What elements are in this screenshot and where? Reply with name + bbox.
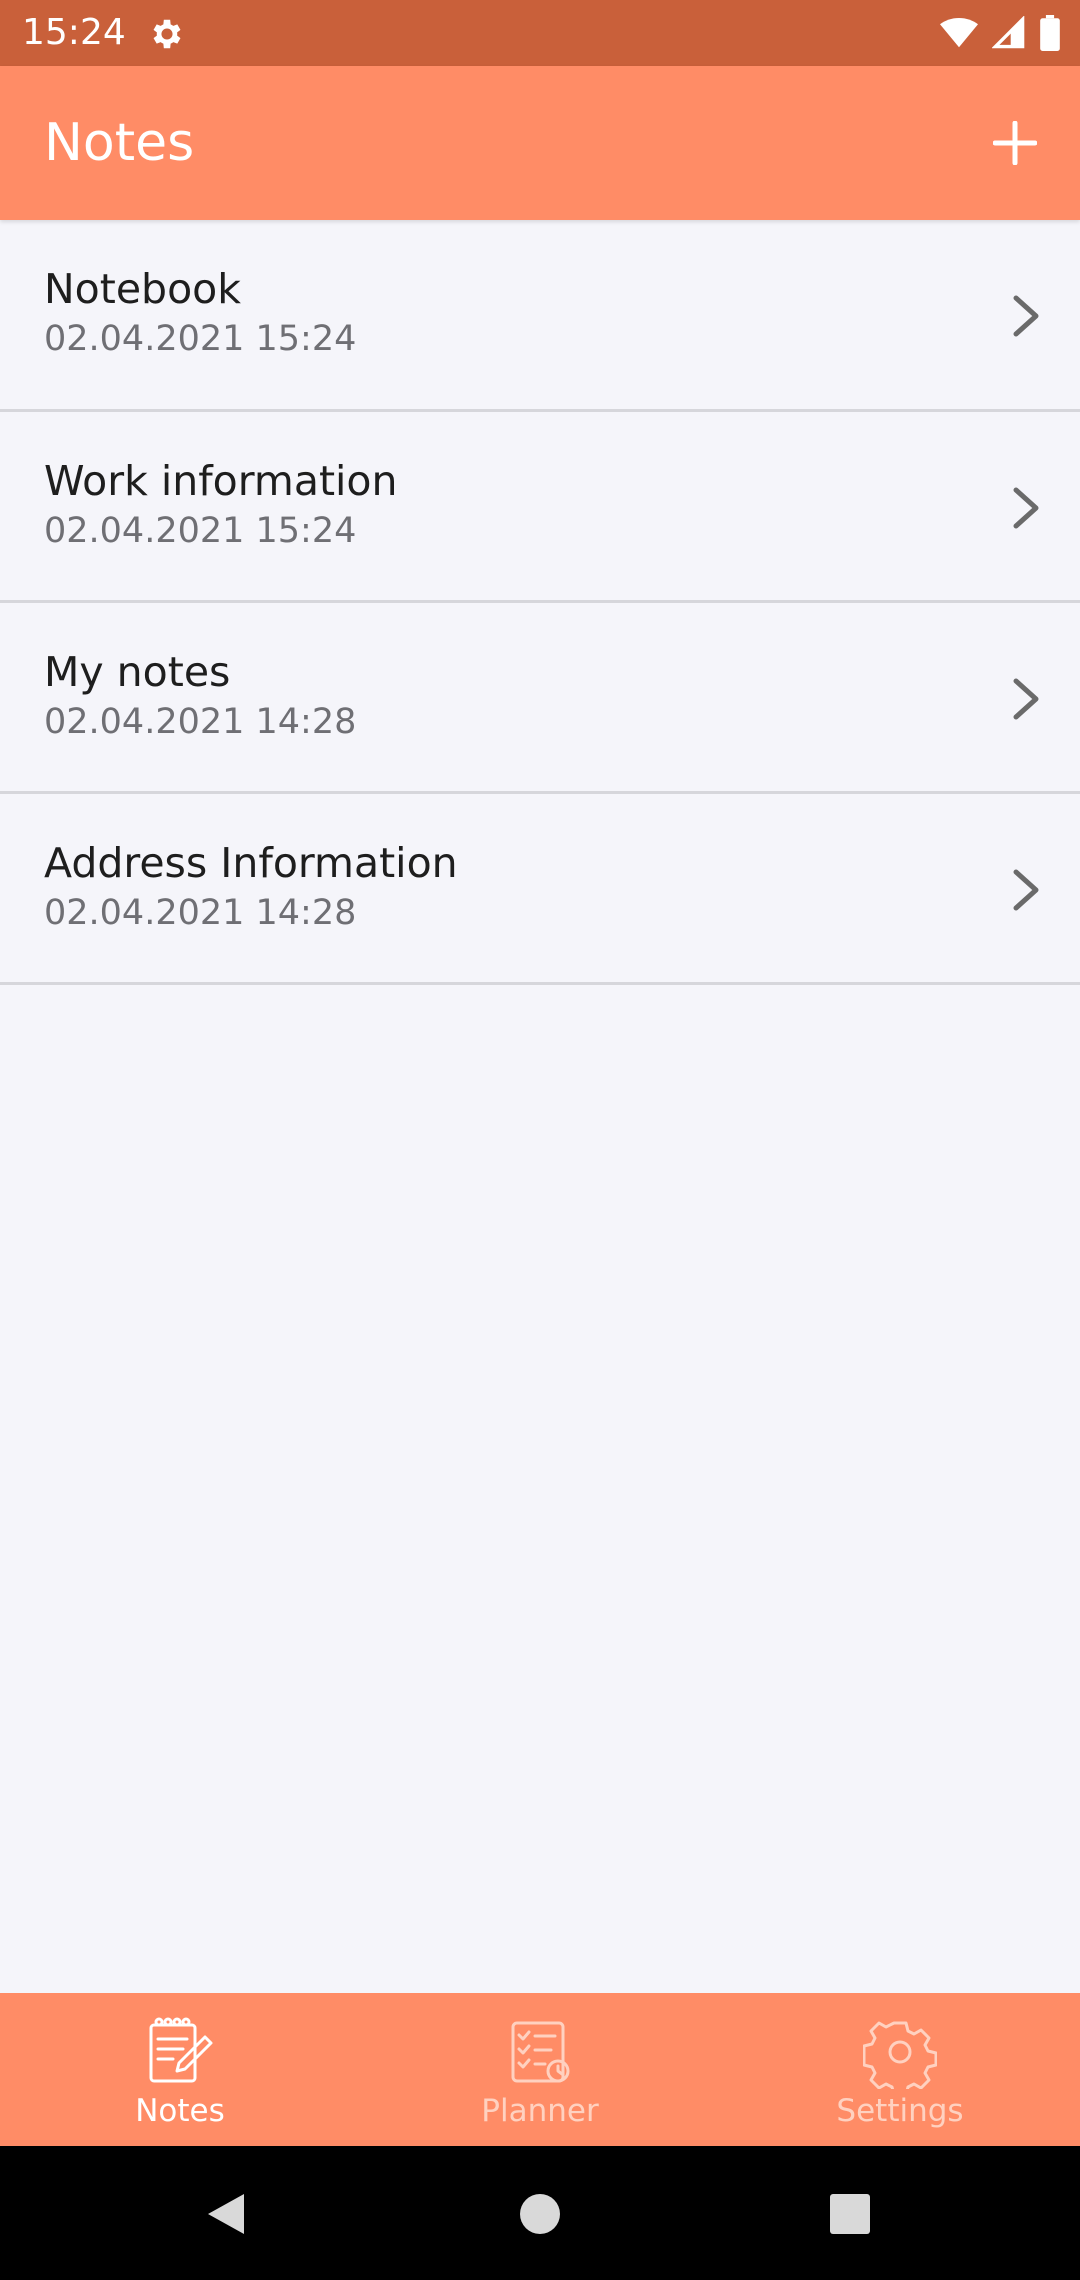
note-title: Address Information — [44, 839, 458, 887]
nav-item-notes[interactable]: Notes — [0, 1993, 360, 2146]
note-date: 02.04.2021 14:28 — [44, 893, 357, 933]
note-date: 02.04.2021 14:28 — [44, 702, 357, 742]
recents-icon — [830, 2194, 870, 2234]
checklist-icon — [511, 2021, 570, 2083]
plus-icon — [993, 121, 1037, 165]
status-icons — [940, 14, 1060, 52]
chevron-right-icon — [1013, 869, 1039, 911]
note-title: Work information — [44, 457, 398, 505]
list-item[interactable]: Work information 02.04.2021 15:24 — [0, 412, 1080, 603]
home-icon — [520, 2194, 560, 2234]
app-bar: Notes — [0, 66, 1080, 220]
battery-icon — [1040, 15, 1060, 51]
back-icon — [208, 2194, 244, 2234]
page-title: Notes — [44, 113, 195, 173]
list-item[interactable]: Address Information 02.04.2021 14:28 — [0, 794, 1080, 985]
note-title: My notes — [44, 648, 231, 696]
recents-button[interactable] — [822, 2186, 878, 2242]
nav-label-settings: Settings — [836, 2093, 964, 2129]
status-bar: 15:24 — [0, 0, 1080, 66]
nav-label-notes: Notes — [135, 2093, 225, 2129]
notes-list: Notebook 02.04.2021 15:24 Work informati… — [0, 220, 1080, 985]
chevron-right-icon — [1013, 678, 1039, 720]
gear-icon — [153, 19, 181, 49]
note-date: 02.04.2021 15:24 — [44, 319, 357, 359]
list-item[interactable]: Notebook 02.04.2021 15:24 — [0, 220, 1080, 412]
system-nav-bar — [0, 2146, 1080, 2280]
notepad-icon — [149, 2017, 213, 2083]
chevron-right-icon — [1013, 487, 1039, 529]
note-title: Notebook — [44, 265, 241, 313]
back-button[interactable] — [198, 2186, 254, 2242]
status-time: 15:24 — [22, 12, 126, 53]
gear-icon — [863, 2021, 937, 2089]
nav-item-settings[interactable]: Settings — [720, 1993, 1080, 2146]
chevron-right-icon — [1013, 295, 1039, 337]
list-item[interactable]: My notes 02.04.2021 14:28 — [0, 603, 1080, 794]
home-button[interactable] — [512, 2186, 568, 2242]
wifi-icon — [940, 17, 978, 48]
note-date: 02.04.2021 15:24 — [44, 511, 357, 551]
nav-item-planner[interactable]: Planner — [360, 1993, 720, 2146]
bottom-nav: Notes Planner Settings — [0, 1993, 1080, 2146]
signal-icon — [992, 16, 1025, 49]
add-note-button[interactable] — [980, 108, 1050, 178]
nav-label-planner: Planner — [481, 2093, 599, 2129]
